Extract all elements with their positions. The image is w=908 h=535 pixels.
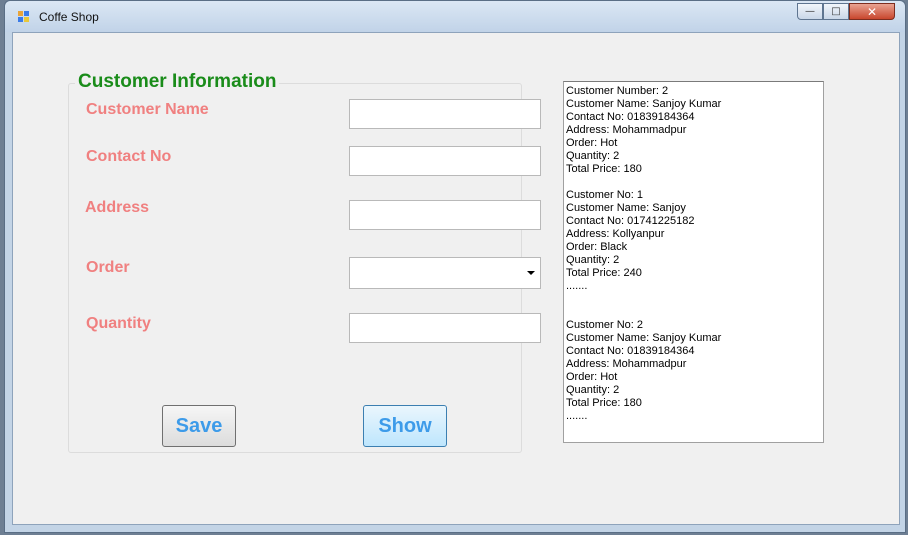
output-line: Customer Name: Sanjoy Kumar — [566, 98, 722, 110]
output-line: Order: Hot — [566, 137, 618, 149]
customer-output-textbox[interactable]: Customer Number: 2 Customer Name: Sanjoy … — [563, 81, 824, 443]
show-button[interactable]: Show — [363, 405, 447, 447]
output-line: Address: Kollyanpur — [566, 228, 665, 240]
window-controls: — □ ✕ — [797, 3, 895, 21]
output-line: Customer Number: 2 — [566, 85, 669, 97]
output-line: Customer Name: Sanjoy Kumar — [566, 332, 722, 344]
output-line: Customer No: 2 — [566, 319, 644, 331]
output-line: Quantity: 2 — [566, 384, 620, 396]
address-label: Address — [85, 199, 150, 216]
output-line: Address: Mohammadpur — [566, 124, 687, 136]
output-line: Order: Black — [566, 241, 628, 253]
output-line: Customer No: 1 — [566, 189, 644, 201]
contact-no-input[interactable] — [349, 146, 541, 176]
form-client-area: Customer Information Customer Name Conta… — [12, 32, 900, 525]
output-line: ....... — [566, 280, 588, 292]
output-line: ....... — [566, 410, 588, 422]
customer-name-label: Customer Name — [86, 101, 209, 118]
order-dropdown[interactable] — [349, 257, 541, 289]
minimize-button[interactable]: — — [797, 3, 823, 20]
quantity-input[interactable] — [349, 313, 541, 343]
output-line: Quantity: 2 — [566, 150, 620, 162]
output-line: Address: Mohammadpur — [566, 358, 687, 370]
output-line: Quantity: 2 — [566, 254, 620, 266]
customer-information-group: Customer Information Customer Name Conta… — [68, 71, 541, 453]
output-line: Total Price: 180 — [566, 163, 642, 175]
address-input[interactable] — [349, 200, 541, 230]
output-line: Contact No: 01741225182 — [566, 215, 695, 227]
dropdown-arrow-icon[interactable] — [527, 271, 535, 275]
maximize-button[interactable]: □ — [823, 3, 849, 20]
coffe-shop-window: Coffe Shop — □ ✕ Customer Information Cu… — [4, 0, 906, 533]
contact-no-label: Contact No — [86, 148, 172, 165]
output-line: Total Price: 180 — [566, 397, 642, 409]
output-line: Customer Name: Sanjoy — [566, 202, 686, 214]
save-button[interactable]: Save — [162, 405, 236, 447]
app-icon — [18, 11, 30, 23]
minimize-icon: — — [805, 6, 815, 17]
window-title: Coffe Shop — [39, 10, 99, 24]
output-line: Order: Hot — [566, 371, 618, 383]
close-icon: ✕ — [866, 4, 878, 19]
close-button[interactable]: ✕ — [849, 3, 895, 20]
group-title: Customer Information — [75, 71, 280, 93]
maximize-icon: □ — [831, 6, 841, 17]
output-line: Contact No: 01839184364 — [566, 345, 695, 357]
output-line: Contact No: 01839184364 — [566, 111, 695, 123]
output-line: Total Price: 240 — [566, 267, 642, 279]
order-label: Order — [86, 259, 130, 276]
customer-name-input[interactable] — [349, 99, 541, 129]
title-bar[interactable]: Coffe Shop — □ ✕ — [5, 1, 905, 32]
quantity-label: Quantity — [86, 315, 151, 332]
